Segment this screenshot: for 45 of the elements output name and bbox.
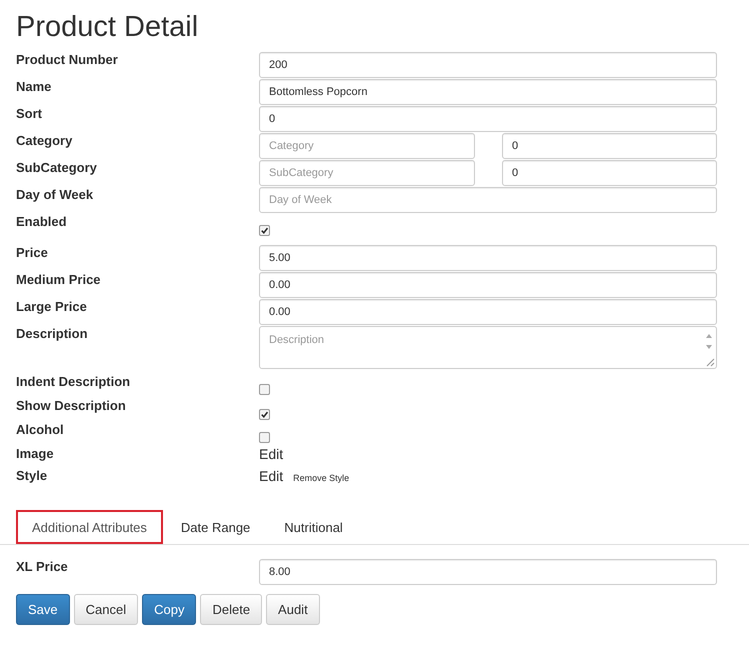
checkbox[interactable] bbox=[259, 384, 270, 395]
field-label: Product Number bbox=[16, 52, 119, 69]
input-field[interactable]: 0 bbox=[259, 106, 717, 132]
field-label: Style bbox=[16, 468, 48, 485]
field-label: Description bbox=[16, 326, 89, 343]
field-label: Medium Price bbox=[16, 272, 102, 289]
action-button[interactable]: Cancel bbox=[74, 594, 138, 625]
field-label: Image bbox=[16, 446, 55, 463]
input-field[interactable]: 5.00 bbox=[259, 245, 717, 271]
input-field[interactable]: 0.00 bbox=[259, 299, 717, 325]
field-label: Enabled bbox=[16, 214, 68, 231]
input-field[interactable]: 0.00 bbox=[259, 272, 717, 298]
checkbox[interactable] bbox=[259, 409, 270, 420]
action-button[interactable]: Delete bbox=[200, 594, 262, 625]
field-label: Sort bbox=[16, 106, 43, 123]
page-title: Product Detail bbox=[16, 10, 200, 44]
field-label: Alcohol bbox=[16, 422, 65, 439]
tab[interactable]: Additional Attributes bbox=[16, 510, 163, 544]
input-field[interactable]: Bottomless Popcorn bbox=[259, 79, 717, 105]
input-field[interactable]: 0 bbox=[502, 133, 717, 159]
field-label: Name bbox=[16, 79, 52, 96]
tab[interactable]: Date Range bbox=[164, 510, 266, 544]
remove-style-link[interactable]: Remove Style bbox=[293, 473, 350, 483]
input-field[interactable]: 0 bbox=[502, 160, 717, 186]
field-label: Day of Week bbox=[16, 187, 94, 204]
action-button[interactable]: Audit bbox=[266, 594, 320, 625]
checkbox[interactable] bbox=[259, 432, 270, 443]
input-field[interactable]: 8.00 bbox=[259, 559, 717, 585]
input-field[interactable]: Day of Week bbox=[259, 187, 717, 213]
tab[interactable]: Nutritional bbox=[268, 510, 359, 544]
field-label: Indent Description bbox=[16, 374, 132, 391]
action-button[interactable]: Save bbox=[16, 594, 70, 625]
input-field[interactable]: Category bbox=[259, 133, 475, 159]
field-label: SubCategory bbox=[16, 160, 98, 177]
input-field[interactable]: SubCategory bbox=[259, 160, 475, 186]
edit-link[interactable]: Edit bbox=[259, 446, 284, 462]
action-button[interactable]: Copy bbox=[142, 594, 196, 625]
checkbox[interactable] bbox=[259, 225, 270, 236]
field-label: Large Price bbox=[16, 299, 88, 316]
edit-link[interactable]: Edit bbox=[259, 468, 284, 484]
input-field[interactable]: 200 bbox=[259, 52, 717, 78]
field-label: XL Price bbox=[16, 559, 69, 576]
field-label: Show Description bbox=[16, 398, 127, 415]
field-label: Price bbox=[16, 245, 49, 262]
field-label: Category bbox=[16, 133, 74, 150]
